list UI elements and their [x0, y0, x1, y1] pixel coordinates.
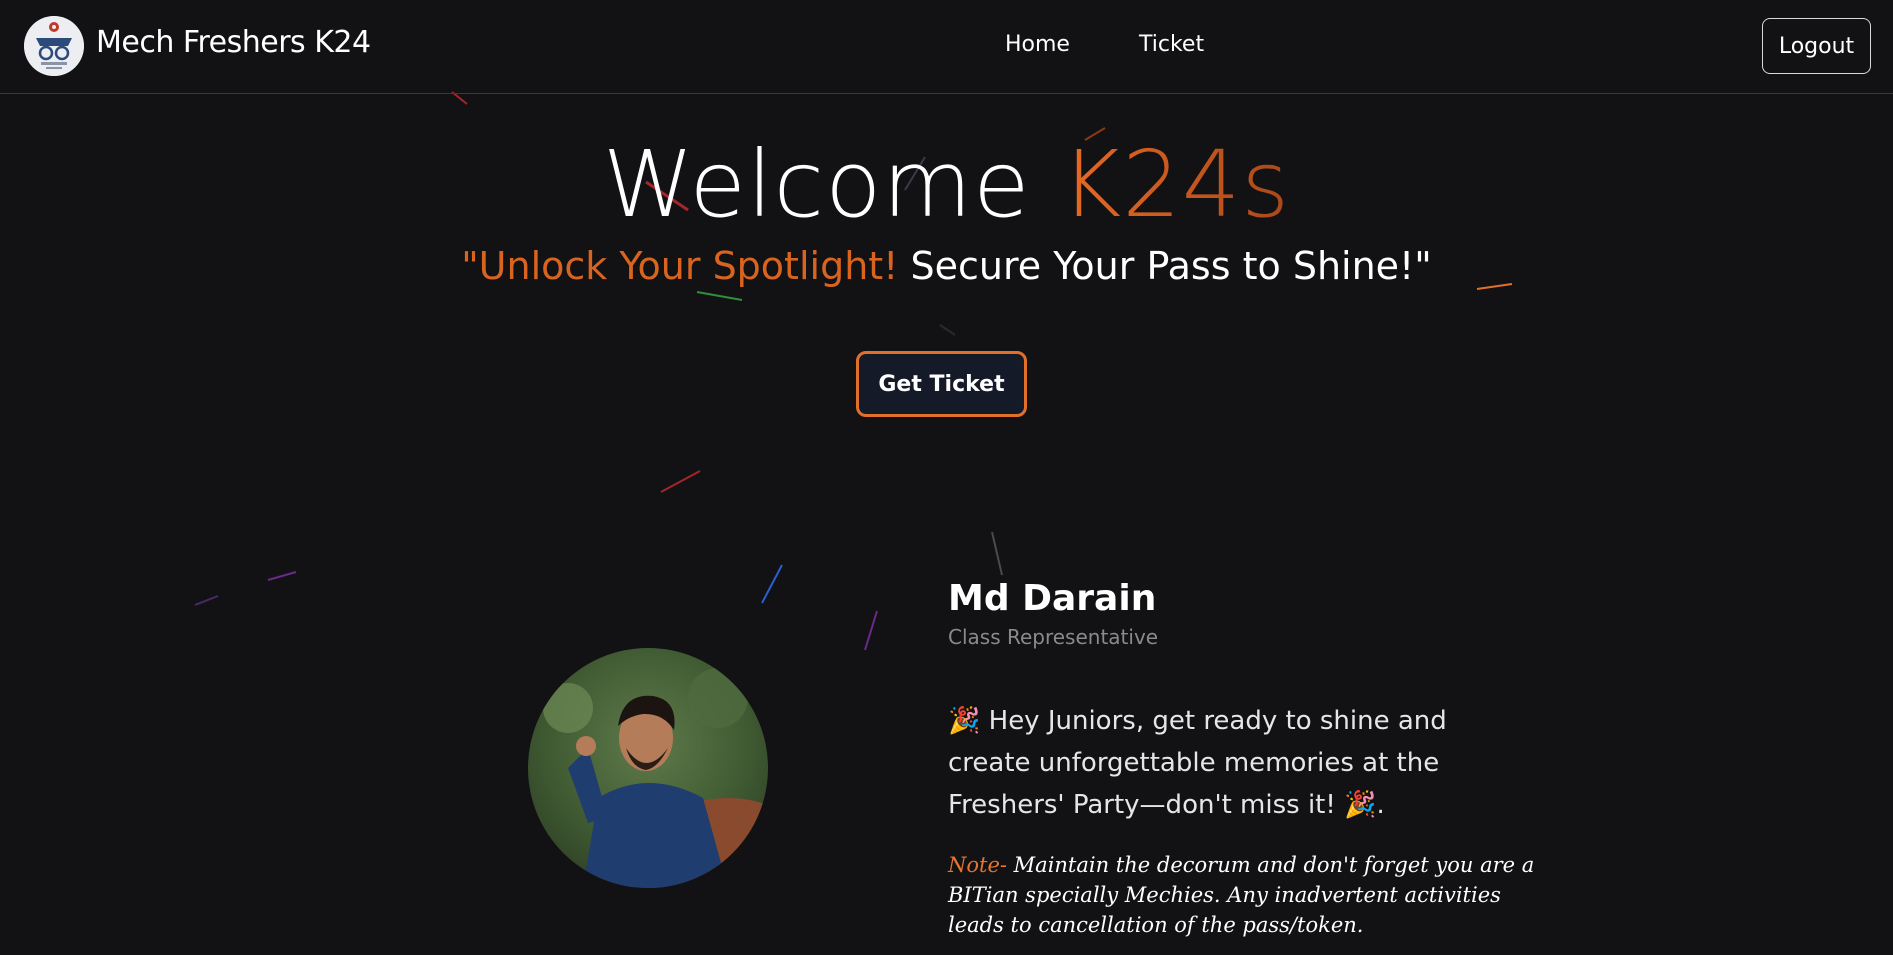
hero-tagline: "Unlock Your Spotlight! Secure Your Pass…	[0, 244, 1893, 288]
nav-link-ticket[interactable]: Ticket	[1139, 32, 1204, 57]
hero-title-accent: K24s	[1060, 131, 1291, 238]
note-body: Maintain the decorum and don't forget yo…	[948, 853, 1535, 937]
profile-name: Md Darain	[948, 578, 1157, 619]
brand-logo[interactable]	[24, 16, 84, 76]
nav-link-home[interactable]: Home	[1005, 32, 1070, 57]
avatar	[528, 648, 768, 888]
note-label: Note-	[948, 853, 1007, 877]
get-ticket-button[interactable]: Get Ticket	[856, 351, 1027, 417]
tagline-accent: "Unlock Your Spotlight!	[461, 244, 899, 288]
logout-button[interactable]: Logout	[1762, 18, 1871, 74]
top-navbar: Mech Freshers K24 Home Ticket Logout	[0, 0, 1893, 94]
profile-role: Class Representative	[948, 625, 1159, 649]
welcome-message: 🎉 Hey Juniors, get ready to shine and cr…	[948, 706, 1447, 820]
hero-title-main: Welcome	[602, 131, 1031, 238]
brand-name[interactable]: Mech Freshers K24	[96, 25, 371, 60]
note-text: Note- Maintain the decorum and don't for…	[948, 850, 1538, 940]
tagline-rest: Secure Your Pass to Shine!"	[910, 244, 1432, 288]
hero-title: Welcome K24s	[0, 130, 1893, 240]
